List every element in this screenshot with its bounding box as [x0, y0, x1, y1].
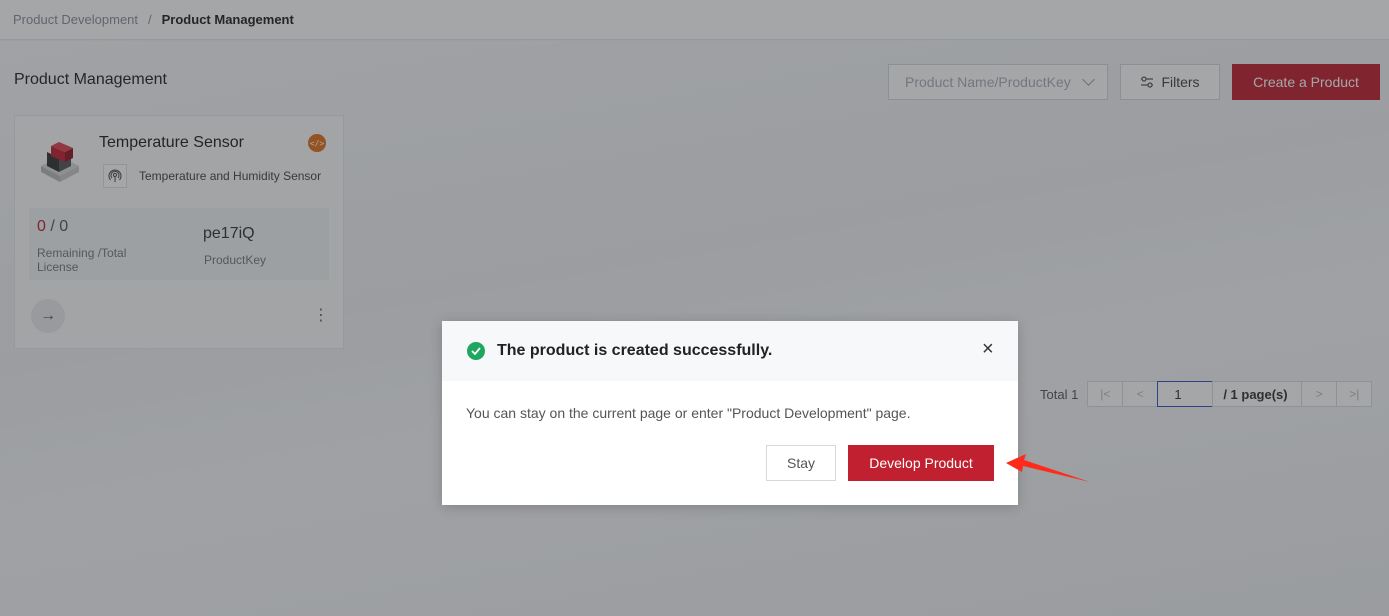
close-icon[interactable]: ×	[982, 339, 994, 359]
dialog-message: You can stay on the current page or ente…	[466, 405, 911, 421]
develop-product-button[interactable]: Develop Product	[848, 445, 994, 481]
check-circle-icon	[467, 342, 485, 360]
stay-button[interactable]: Stay	[766, 445, 836, 481]
modal-backdrop	[0, 0, 1389, 616]
dialog-title: The product is created successfully.	[497, 342, 773, 359]
annotation-arrow-icon	[1006, 454, 1090, 482]
success-dialog: The product is created successfully. × Y…	[442, 321, 1018, 505]
